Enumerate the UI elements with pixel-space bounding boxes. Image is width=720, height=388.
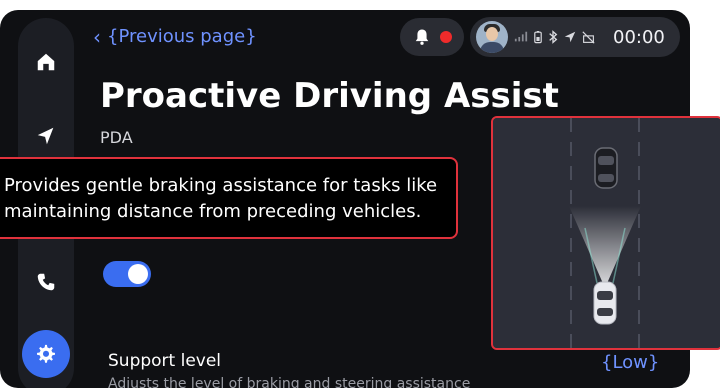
back-link-label: {Previous page} — [107, 26, 257, 47]
page-subtitle: PDA — [100, 128, 133, 147]
feature-description: Provides gentle braking assistance for t… — [4, 175, 438, 222]
phone-icon — [37, 273, 55, 291]
signal-icon — [514, 31, 528, 42]
battery-icon — [534, 31, 542, 44]
road-scene-illustration — [493, 118, 720, 348]
chevron-left-icon: ‹ — [93, 24, 101, 49]
support-level-value[interactable]: {Low} — [601, 352, 659, 373]
home-icon — [37, 53, 55, 71]
page-title: Proactive Driving Assist — [100, 76, 559, 116]
status-bar[interactable]: 00:00 — [470, 17, 680, 57]
support-level-description: Adjusts the level of braking and steerin… — [108, 376, 471, 388]
avatar[interactable] — [476, 21, 508, 53]
toggle-knob — [128, 264, 148, 284]
settings-icon — [37, 344, 55, 363]
preceding-vehicle — [594, 147, 618, 189]
navigation-icon — [37, 127, 54, 145]
sidebar-item-navigation[interactable] — [26, 116, 66, 156]
bell-icon — [415, 29, 429, 45]
driving-assist-illustration — [491, 116, 720, 350]
pda-toggle[interactable] — [103, 261, 151, 287]
sidebar-item-settings[interactable] — [22, 330, 70, 378]
bluetooth-icon — [549, 30, 558, 44]
sidebar-item-phone[interactable] — [26, 262, 66, 302]
own-vehicle — [593, 281, 617, 325]
support-level-label[interactable]: Support level — [108, 351, 221, 371]
sidebar-item-home[interactable] — [26, 42, 66, 82]
notification-button[interactable] — [400, 18, 464, 56]
back-link[interactable]: ‹ {Previous page} — [93, 26, 257, 47]
notification-dot — [440, 31, 452, 43]
mobile-data-off-icon — [582, 30, 595, 44]
description-callout: Provides gentle braking assistance for t… — [0, 157, 458, 239]
location-arrow-icon — [564, 31, 576, 43]
clock: 00:00 — [613, 26, 665, 48]
